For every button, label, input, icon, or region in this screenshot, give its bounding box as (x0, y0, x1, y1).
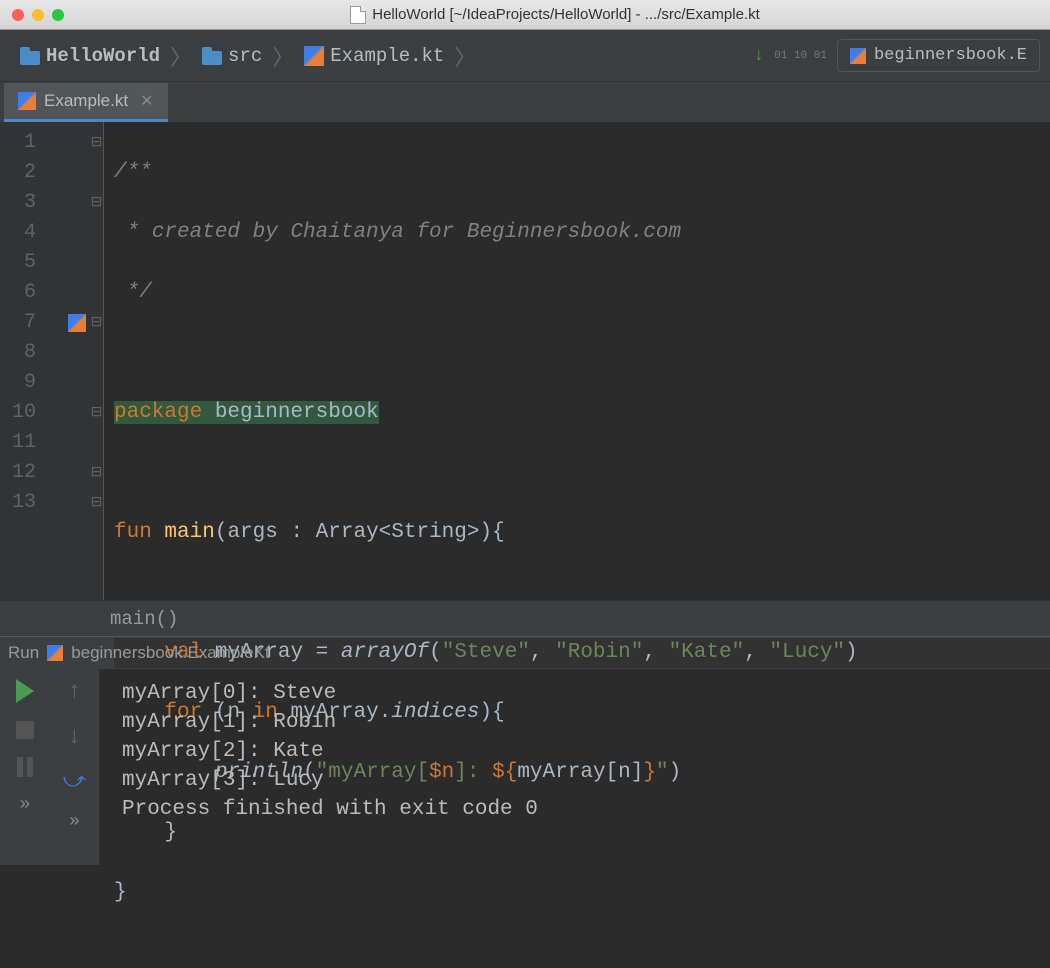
code-text: */ (114, 281, 152, 304)
tab-label: Example.kt (44, 91, 128, 111)
line-number: 1 (0, 128, 36, 158)
code-text: "Steve" (442, 641, 530, 664)
code-text: ) (845, 641, 858, 664)
line-number: 10 (0, 398, 36, 428)
code-text: , (744, 641, 769, 664)
expand-icon[interactable]: » (20, 795, 31, 815)
kotlin-icon (47, 645, 63, 661)
code-editor[interactable]: 1 2 3 4 5 6 7 8 9 10 11 12 13 ⊟⊟ ⊟⊟⊟⊟ /*… (0, 122, 1050, 600)
tab-example-kt[interactable]: Example.kt ✕ (4, 83, 168, 122)
line-number: 6 (0, 278, 36, 308)
up-stack-icon[interactable]: ↑ (67, 679, 81, 706)
gutter-icons (44, 122, 90, 600)
breadcrumb: HelloWorld 〉 src 〉 Example.kt 〉 (10, 39, 476, 73)
code-text: , (643, 641, 668, 664)
fold-end-icon[interactable]: ⊟ (90, 458, 103, 488)
window-title: HelloWorld [~/IdeaProjects/HelloWorld] -… (72, 6, 1038, 24)
fold-gutter: ⊟⊟ ⊟⊟⊟⊟ (90, 122, 104, 600)
fold-start-icon[interactable]: ⊟ (90, 308, 103, 338)
line-number: 11 (0, 428, 36, 458)
soft-wrap-icon[interactable]: ⤻ (63, 769, 87, 794)
breadcrumb-label: HelloWorld (46, 45, 160, 67)
console-line: myArray[2]: Kate (122, 737, 1050, 766)
fold-start-icon[interactable]: ⊟ (90, 398, 103, 428)
pause-icon[interactable] (17, 757, 33, 777)
navbar-right-tools: ↓ 01 10 01 beginnersbook.E (753, 39, 1040, 72)
console-line: myArray[3]: Lucy (122, 766, 1050, 795)
breadcrumb-src[interactable]: src (192, 39, 272, 73)
file-icon (350, 6, 366, 24)
kotlin-icon (18, 92, 36, 110)
rerun-icon[interactable] (16, 679, 34, 703)
console-line: myArray[0]: Steve (122, 679, 1050, 708)
run-toolbar-secondary: ↑ ↓ ⤻ » (50, 669, 100, 865)
fold-end-icon[interactable]: ⊟ (90, 188, 103, 218)
line-number: 13 (0, 488, 36, 518)
code-text: , (530, 641, 555, 664)
run-tool-window: Run beginnersbook.ExampleKt » ↑ ↓ ⤻ » my… (0, 636, 1050, 865)
chevron-right-icon: 〉 (170, 40, 192, 72)
kotlin-icon (850, 48, 866, 64)
close-tab-icon[interactable]: ✕ (140, 91, 153, 111)
line-number: 7 (0, 308, 36, 338)
maximize-window-icon[interactable] (52, 9, 64, 21)
run-config-name: beginnersbook.ExampleKt (71, 643, 269, 663)
line-number-gutter: 1 2 3 4 5 6 7 8 9 10 11 12 13 (0, 122, 44, 600)
console-line: myArray[1]: Robin (122, 708, 1050, 737)
run-toolbar-primary: » (0, 669, 50, 865)
download-arrow-icon[interactable]: ↓ (753, 46, 764, 66)
line-number: 3 (0, 188, 36, 218)
run-title: Run (8, 643, 39, 663)
code-text: } (114, 881, 127, 904)
line-number: 12 (0, 458, 36, 488)
fold-end-icon[interactable]: ⊟ (90, 488, 103, 518)
code-text: fun (114, 521, 152, 544)
breadcrumb-label: Example.kt (330, 45, 444, 67)
chevron-right-icon: 〉 (272, 40, 294, 72)
chevron-right-icon: 〉 (454, 40, 476, 72)
code-text: "Kate" (669, 641, 745, 664)
code-area[interactable]: /** * created by Chaitanya for Beginners… (104, 122, 1050, 600)
editor-tabs: Example.kt ✕ (0, 82, 1050, 122)
line-number: 8 (0, 338, 36, 368)
run-body: » ↑ ↓ ⤻ » myArray[0]: StevemyArray[1]: R… (0, 669, 1050, 865)
folder-icon (202, 47, 222, 65)
module-icon (20, 47, 40, 65)
run-configuration-selector[interactable]: beginnersbook.E (837, 39, 1040, 72)
expand-icon[interactable]: » (69, 812, 80, 832)
fold-start-icon[interactable]: ⊟ (90, 128, 103, 158)
run-gutter-icon[interactable] (68, 314, 86, 332)
code-text: "Lucy" (769, 641, 845, 664)
line-number: 2 (0, 158, 36, 188)
line-number: 5 (0, 248, 36, 278)
down-stack-icon[interactable]: ↓ (67, 724, 81, 751)
breadcrumb-label: src (228, 45, 262, 67)
line-number: 4 (0, 218, 36, 248)
code-text: /** (114, 161, 152, 184)
breadcrumb-project[interactable]: HelloWorld (10, 39, 170, 73)
code-text: main (164, 521, 214, 544)
console-line: Process finished with exit code 0 (122, 795, 1050, 824)
code-text: "Robin" (555, 641, 643, 664)
window-title-text: HelloWorld [~/IdeaProjects/HelloWorld] -… (372, 6, 760, 23)
kotlin-icon (304, 46, 324, 66)
make-icon[interactable]: 01 10 01 (774, 52, 827, 60)
console-output[interactable]: myArray[0]: StevemyArray[1]: RobinmyArra… (100, 669, 1050, 865)
code-text: beginnersbook (202, 401, 378, 424)
minimize-window-icon[interactable] (32, 9, 44, 21)
structure-label: main() (110, 608, 178, 630)
code-text: package (114, 401, 202, 424)
line-number: 9 (0, 368, 36, 398)
code-text: (args : Array<String>){ (215, 521, 505, 544)
stop-icon[interactable] (16, 721, 34, 739)
run-config-label: beginnersbook.E (874, 46, 1027, 65)
code-text: ( (429, 641, 442, 664)
code-text: * created by Chaitanya for Beginnersbook… (114, 221, 681, 244)
code-text: arrayOf (341, 641, 429, 664)
titlebar: HelloWorld [~/IdeaProjects/HelloWorld] -… (0, 0, 1050, 30)
breadcrumb-file[interactable]: Example.kt (294, 39, 454, 73)
close-window-icon[interactable] (12, 9, 24, 21)
window-controls (12, 9, 64, 21)
navigation-bar: HelloWorld 〉 src 〉 Example.kt 〉 ↓ 01 10 … (0, 30, 1050, 82)
